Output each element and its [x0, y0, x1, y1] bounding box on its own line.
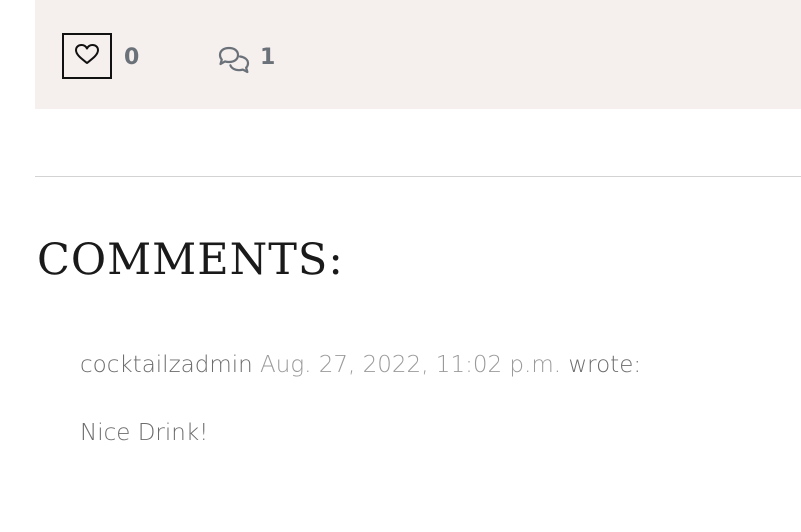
- comment-date: Aug. 27, 2022, 11:02 p.m.: [260, 352, 562, 378]
- comments-icon: [217, 45, 252, 75]
- comment-suffix: wrote:: [568, 352, 642, 378]
- comment-body: Nice Drink!: [80, 420, 209, 446]
- like-button[interactable]: [62, 33, 112, 79]
- comment-count: 1: [260, 45, 276, 70]
- section-divider: [35, 176, 801, 177]
- like-count: 0: [124, 45, 140, 70]
- heart-icon: [74, 43, 100, 69]
- comment-author: cocktailzadmin: [80, 352, 253, 378]
- comment-meta: cocktailzadmin Aug. 27, 2022, 11:02 p.m.…: [80, 349, 641, 381]
- post-stats-bar: 0 1: [35, 0, 801, 109]
- comments-heading: COMMENTS:: [37, 235, 344, 285]
